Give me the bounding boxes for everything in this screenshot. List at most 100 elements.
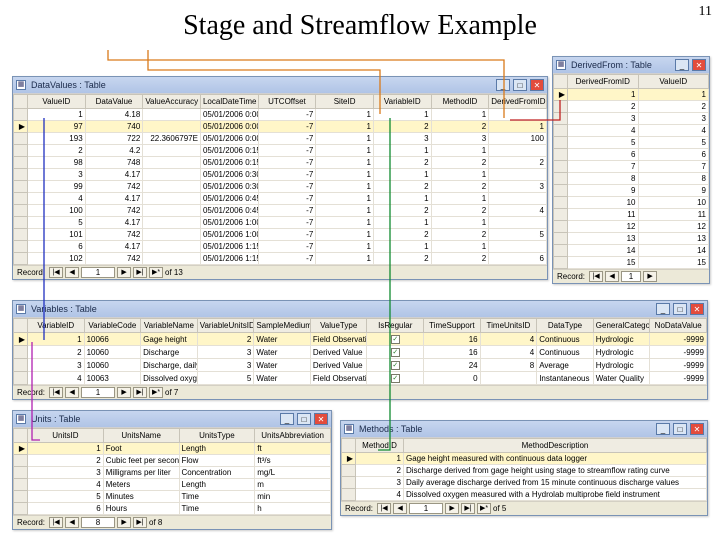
cell[interactable]: 5 xyxy=(28,491,104,503)
nav-prev-button[interactable]: ◀ xyxy=(65,387,79,398)
cell[interactable]: 11 xyxy=(638,209,709,221)
grid-methods[interactable]: MethodIDMethodDescription▶1Gage height m… xyxy=(341,437,707,501)
column-header[interactable]: DerivedFromID xyxy=(568,75,639,89)
cell[interactable]: 12 xyxy=(638,221,709,233)
cell[interactable]: 10060 xyxy=(84,359,141,372)
cell[interactable]: ✓ xyxy=(367,346,424,359)
cell[interactable] xyxy=(143,253,201,265)
cell[interactable]: 742 xyxy=(85,253,143,265)
cell[interactable]: 99 xyxy=(28,181,86,193)
cell[interactable]: 05/01/2006 1:15:00.000 xyxy=(200,241,258,253)
cell[interactable]: 1 xyxy=(316,241,374,253)
cell[interactable] xyxy=(143,169,201,181)
titlebar-derivedfrom[interactable]: ▦ DerivedFrom : Table _ ✕ xyxy=(553,57,709,73)
cell[interactable]: 2 xyxy=(431,181,489,193)
cell[interactable]: 1 xyxy=(316,121,374,133)
record-navigator[interactable]: Record: |◀ ◀ 1 ▶ ▶| ▶* of 5 xyxy=(341,501,707,515)
table-row[interactable]: 54.1705/01/2006 1:00:00.000-7111 xyxy=(14,217,547,229)
cell[interactable]: Foot xyxy=(103,443,179,455)
table-row[interactable]: 2Discharge derived from gage height usin… xyxy=(342,465,707,477)
nav-next-button[interactable]: ▶ xyxy=(643,271,657,282)
column-header[interactable]: UTCOffset xyxy=(258,95,316,109)
cell[interactable] xyxy=(489,241,547,253)
cell[interactable]: 8 xyxy=(568,173,639,185)
cell[interactable]: -7 xyxy=(258,181,316,193)
cell[interactable]: 14 xyxy=(638,245,709,257)
cell[interactable]: Derived Value xyxy=(310,359,367,372)
nav-last-button[interactable]: ▶| xyxy=(133,267,147,278)
cell[interactable] xyxy=(489,145,547,157)
cell[interactable]: Dissolved oxygen concentration xyxy=(141,372,198,385)
cell[interactable] xyxy=(143,205,201,217)
cell[interactable]: Instantaneous xyxy=(537,372,594,385)
cell[interactable]: 10063 xyxy=(84,372,141,385)
cell[interactable]: ft xyxy=(255,443,331,455)
record-navigator[interactable]: Record: |◀ ◀ 8 ▶ ▶| of 8 xyxy=(13,515,331,529)
cell[interactable]: 2 xyxy=(373,157,431,169)
cell[interactable] xyxy=(143,157,201,169)
minimize-button[interactable]: _ xyxy=(280,413,294,425)
minimize-button[interactable]: _ xyxy=(496,79,510,91)
cell[interactable]: Gage height measured with continuous dat… xyxy=(404,453,707,465)
cell[interactable]: -7 xyxy=(258,145,316,157)
table-row[interactable]: 1212 xyxy=(554,221,709,233)
cell[interactable] xyxy=(480,372,537,385)
cell[interactable]: 1 xyxy=(316,133,374,145)
cell[interactable]: 2 xyxy=(373,121,431,133)
cell[interactable] xyxy=(143,145,201,157)
minimize-button[interactable]: _ xyxy=(656,303,670,315)
nav-last-button[interactable]: ▶| xyxy=(133,387,147,398)
cell[interactable]: 3 xyxy=(197,359,254,372)
column-header[interactable]: TimeUnitsID xyxy=(480,319,537,333)
cell[interactable]: -7 xyxy=(258,229,316,241)
column-header[interactable]: ValueID xyxy=(28,95,86,109)
nav-new-button[interactable]: ▶* xyxy=(149,387,163,398)
cell[interactable]: 2 xyxy=(431,121,489,133)
nav-next-button[interactable]: ▶ xyxy=(117,387,131,398)
nav-prev-button[interactable]: ◀ xyxy=(65,517,79,528)
column-header[interactable]: DerivedFromID xyxy=(489,95,547,109)
cell[interactable]: 2 xyxy=(638,101,709,113)
cell[interactable]: 8 xyxy=(480,359,537,372)
cell[interactable]: 11 xyxy=(568,209,639,221)
cell[interactable]: 3 xyxy=(28,467,104,479)
nav-next-button[interactable]: ▶ xyxy=(445,503,459,514)
cell[interactable]: 5 xyxy=(197,372,254,385)
cell[interactable]: -9999 xyxy=(650,359,707,372)
table-row[interactable]: 410063Dissolved oxygen concentration5Wat… xyxy=(14,372,707,385)
table-row[interactable]: ▶11 xyxy=(554,89,709,101)
cell[interactable]: 1 xyxy=(638,89,709,101)
cell[interactable]: 2 xyxy=(28,346,85,359)
cell[interactable]: Hours xyxy=(103,503,179,515)
nav-record-box[interactable]: 1 xyxy=(81,387,115,398)
cell[interactable]: 2 xyxy=(431,229,489,241)
cell[interactable]: -9999 xyxy=(650,333,707,346)
cell[interactable]: 1 xyxy=(316,229,374,241)
column-header[interactable]: ValueID xyxy=(638,75,709,89)
column-header[interactable]: VariableCode xyxy=(84,319,141,333)
table-row[interactable]: 1010 xyxy=(554,197,709,209)
cell[interactable]: 8 xyxy=(638,173,709,185)
column-header[interactable]: SampleMedium xyxy=(254,319,311,333)
close-button[interactable]: ✕ xyxy=(692,59,706,71)
cell[interactable]: 05/01/2006 0:45:00.000 xyxy=(200,193,258,205)
cell[interactable]: 6 xyxy=(28,241,86,253)
cell[interactable]: Continuous xyxy=(537,346,594,359)
cell[interactable] xyxy=(143,109,201,121)
cell[interactable]: Time xyxy=(179,503,255,515)
cell[interactable]: 24 xyxy=(424,359,481,372)
column-header[interactable]: DataType xyxy=(537,319,594,333)
cell[interactable]: 16 xyxy=(424,346,481,359)
cell[interactable]: 1 xyxy=(373,109,431,121)
cell[interactable]: Hydrologic xyxy=(593,333,650,346)
column-header[interactable]: ValueType xyxy=(310,319,367,333)
cell[interactable]: Average xyxy=(537,359,594,372)
cell[interactable]: 1 xyxy=(316,109,374,121)
cell[interactable]: 98 xyxy=(28,157,86,169)
cell[interactable]: 13 xyxy=(568,233,639,245)
table-row[interactable]: 3Daily average discharge derived from 15… xyxy=(342,477,707,489)
cell[interactable]: 10066 xyxy=(84,333,141,346)
cell[interactable] xyxy=(489,217,547,229)
cell[interactable]: 3 xyxy=(489,181,547,193)
cell[interactable]: 4 xyxy=(28,193,86,205)
